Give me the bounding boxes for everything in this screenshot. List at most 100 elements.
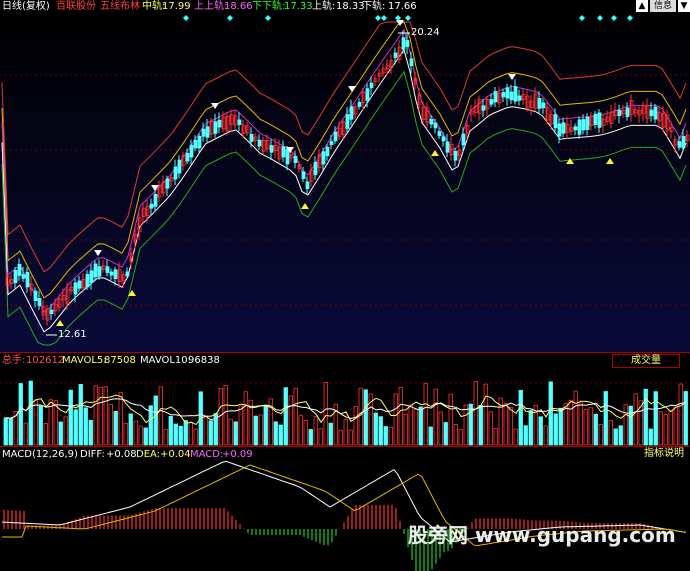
volume-bar: [383, 426, 388, 446]
volume-bar: [353, 405, 358, 446]
candle-body: [329, 141, 334, 145]
candle-body: [25, 272, 30, 288]
candle-body: [73, 282, 78, 295]
candle-body: [185, 152, 190, 162]
volume-bar: [373, 412, 378, 446]
candle-body: [581, 119, 586, 131]
volume-bar: [178, 425, 183, 446]
candle-body: [557, 123, 562, 137]
volume-bar: [183, 420, 188, 446]
candle-body: [217, 119, 222, 128]
candle-body: [541, 102, 546, 109]
volume-bar: [323, 382, 328, 446]
volume-bar: [523, 425, 528, 446]
candle-body: [349, 106, 354, 120]
volume-bar: [18, 383, 23, 446]
indicator-help-button[interactable]: 指标说明: [640, 448, 688, 460]
macd-chart: [1, 460, 687, 571]
candle-body: [453, 150, 458, 161]
candle-body: [681, 136, 686, 149]
volume-chart: [0, 380, 690, 446]
volume-bar: [443, 422, 448, 446]
candle-body: [201, 128, 206, 137]
volume-bar: [203, 416, 208, 446]
candle-body: [441, 136, 446, 142]
candle-body: [89, 270, 94, 283]
volume-bar: [158, 386, 163, 446]
volume-bar: [78, 384, 83, 446]
candle-body: [433, 122, 438, 129]
volume-bar: [338, 429, 343, 446]
volume-bar: [408, 404, 413, 446]
candle-body: [113, 269, 118, 279]
mavol5-label: MAVOL5:: [62, 355, 107, 366]
volume-bar: [573, 390, 578, 446]
volume-bar: [418, 406, 423, 446]
volume-bar: [508, 406, 513, 446]
candle-body: [97, 266, 102, 277]
volume-bar: [648, 428, 653, 446]
volume-bar: [458, 429, 463, 446]
volume-bar: [453, 424, 458, 446]
candle-body: [505, 87, 510, 99]
volume-bar: [98, 386, 103, 446]
volume-bar: [88, 419, 93, 446]
volume-panel: 总手: 102612 MAVOL5: 87508 MAVOL10: 96838 …: [0, 352, 690, 447]
candle-body: [237, 119, 242, 126]
volume-bar: [273, 421, 278, 446]
volume-bar: [668, 410, 673, 446]
candle-body: [677, 141, 682, 148]
volume-bar: [153, 395, 158, 446]
volume-bar: [473, 381, 478, 446]
volume-bar: [83, 407, 88, 446]
candle-body: [593, 113, 598, 125]
volume-bar: [243, 391, 248, 446]
candle-body: [321, 151, 326, 165]
candle-body: [305, 181, 310, 190]
volume-bar: [113, 411, 118, 446]
volume-bar: [618, 425, 623, 446]
candle-body: [437, 131, 442, 137]
volume-bar: [118, 392, 123, 446]
watermark: 股旁网 www.gupang.com: [408, 523, 676, 547]
volume-bar: [298, 415, 303, 446]
candle-body: [513, 86, 518, 102]
candle-body: [125, 271, 130, 277]
candle-body: [365, 88, 370, 101]
candle-body: [653, 106, 658, 120]
candle-body: [561, 122, 566, 134]
volume-bar: [313, 416, 318, 446]
volume-bar: [3, 417, 8, 446]
low-price-label: 12.61: [58, 329, 87, 340]
volume-bar: [263, 406, 268, 446]
candle-body: [401, 37, 406, 50]
volume-indicator-button[interactable]: 成交量: [612, 354, 680, 368]
candle-body: [577, 119, 582, 135]
volume-bar: [253, 415, 258, 446]
volume-bar: [428, 426, 433, 446]
volume-bar: [543, 425, 548, 446]
volume-bar: [513, 428, 518, 446]
dea-label: DEA:: [136, 449, 161, 460]
volume-bar: [518, 389, 523, 446]
candle-body: [33, 290, 38, 302]
candle-body: [325, 146, 330, 157]
volume-bar: [293, 387, 298, 446]
candle-body: [537, 97, 542, 109]
volume-bar: [8, 417, 13, 446]
volume-bar: [388, 426, 393, 446]
candle-body: [501, 92, 506, 98]
volume-bar: [108, 403, 113, 446]
volume-bar: [123, 422, 128, 446]
volume-bar: [28, 380, 33, 446]
volume-bar: [363, 389, 368, 446]
candle-body: [153, 193, 158, 207]
volume-bar: [133, 420, 138, 446]
candle-body: [85, 273, 90, 288]
volume-bar: [673, 406, 678, 446]
price-panel: 20.24 12.61: [0, 0, 690, 352]
candle-body: [301, 171, 306, 180]
candle-body: [617, 109, 622, 117]
volume-bar: [538, 416, 543, 446]
diff-value: +0.08: [106, 449, 137, 460]
